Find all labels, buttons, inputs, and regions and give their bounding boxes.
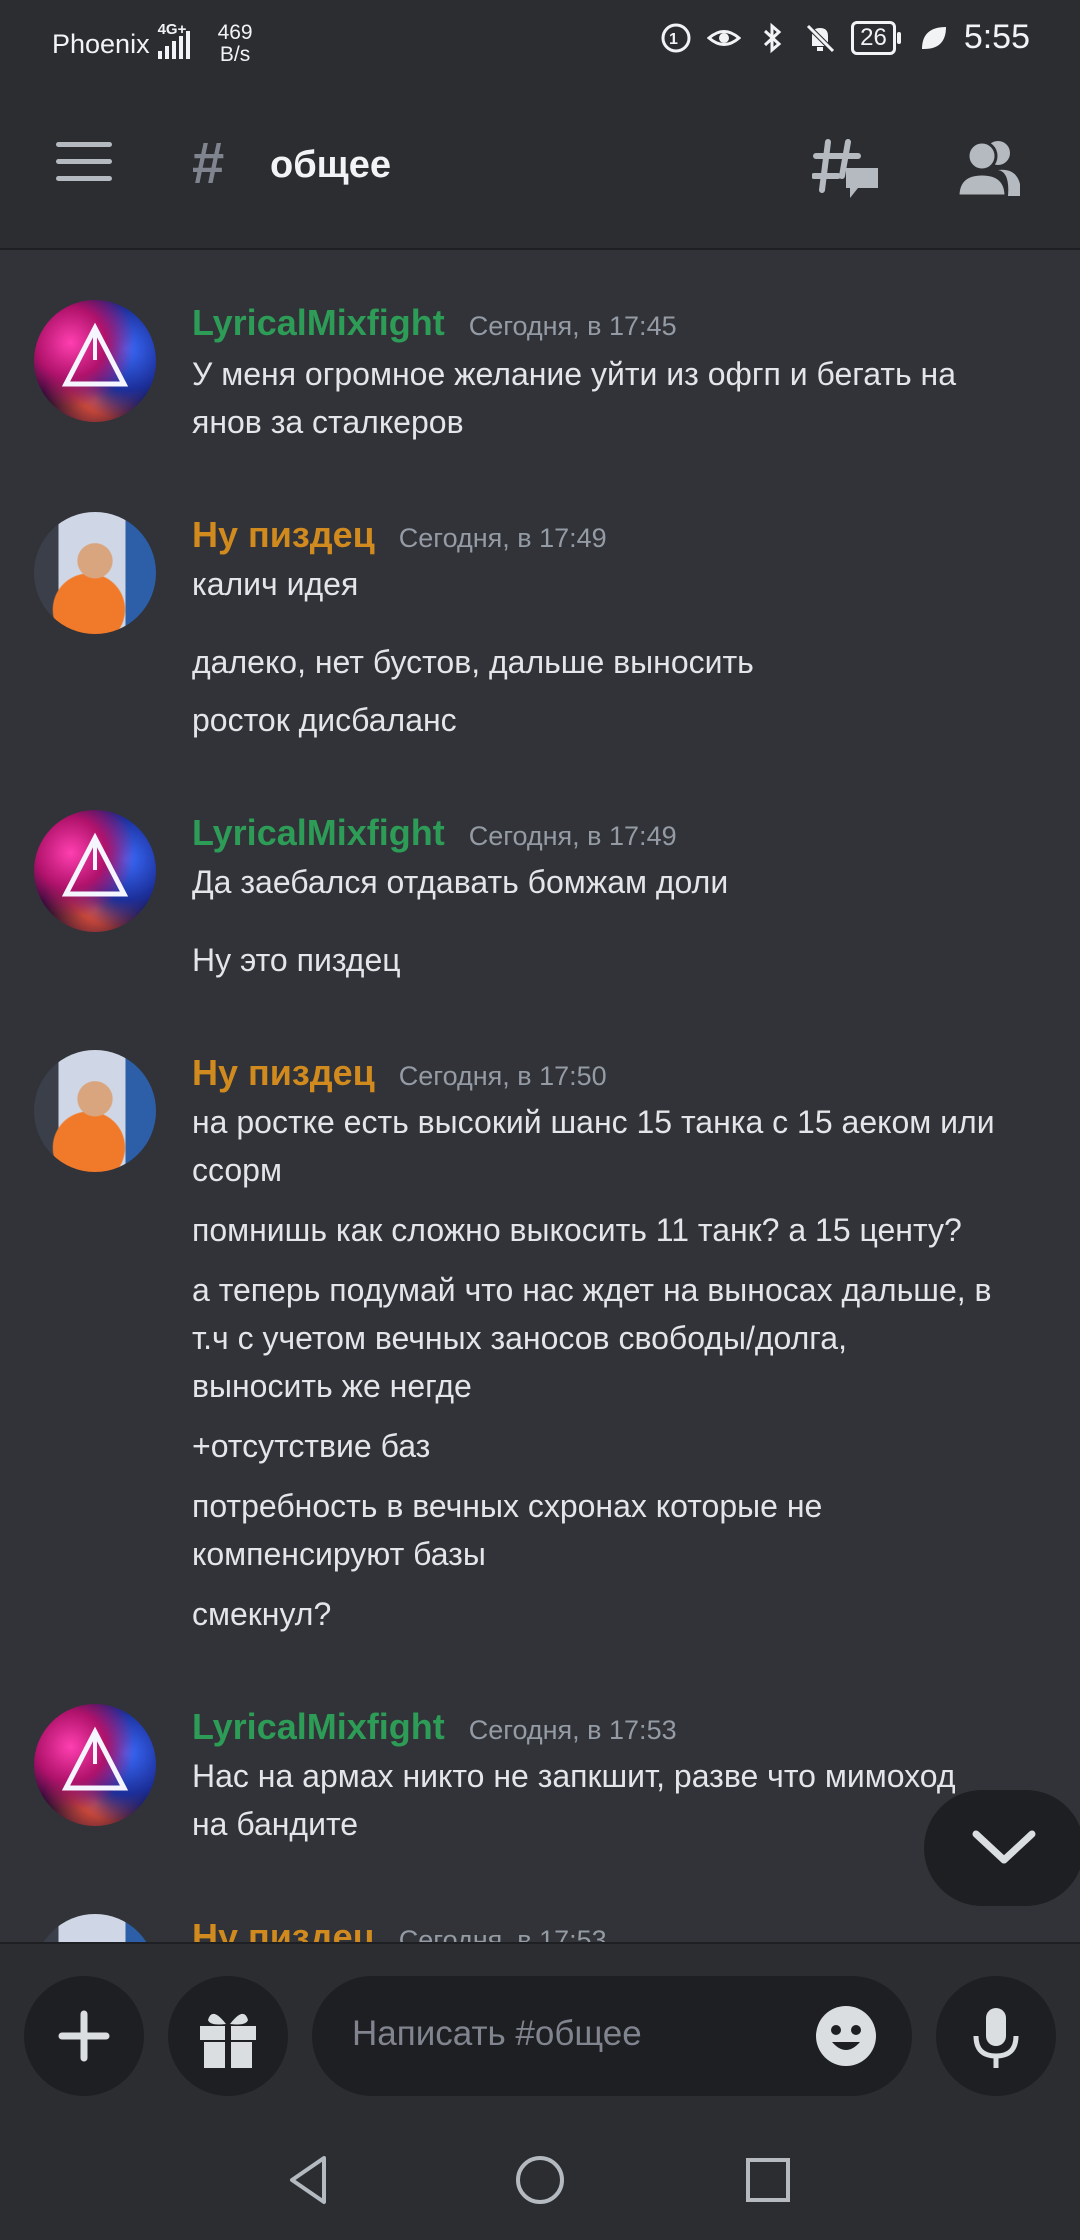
message-timestamp: Сегодня, в 17:53 (468, 1715, 677, 1745)
message-text: смекнул? (192, 1596, 332, 1632)
message-text: У меня огромное желание уйти из офгп и б… (192, 356, 956, 392)
message-header: Ну пиздец Сегодня, в 17:53 (192, 1916, 607, 1942)
eye-icon (707, 29, 742, 46)
bell-off-icon (806, 23, 835, 53)
status-bar: Phoenix 4G+ 469 B/s 1 26 5:55 (0, 0, 1080, 84)
status-left: Phoenix 4G+ 469 B/s (52, 21, 253, 66)
triangle-logo-icon (61, 832, 129, 897)
battery-indicator: 26 (851, 20, 901, 55)
message-text: выносить же негде (192, 1368, 472, 1404)
threads-button[interactable] (811, 136, 882, 202)
signal-icon: 4G+ (157, 21, 190, 59)
message-text: +отсутствие баз (192, 1428, 431, 1464)
message-text: ссорм (192, 1152, 282, 1188)
recents-square-icon[interactable] (738, 2150, 798, 2210)
author-name[interactable]: LyricalMixfight (192, 812, 445, 854)
message-text: Нас на армах никто не запкшит, разве что… (192, 1758, 956, 1794)
avatar[interactable] (34, 300, 156, 422)
message-input-placeholder: Написать #общее (352, 2014, 642, 2053)
status-right: 1 26 5:55 (659, 18, 1030, 57)
author-name[interactable]: Ну пиздец (192, 514, 375, 556)
message-header: Ну пиздец Сегодня, в 17:49 (192, 514, 607, 556)
gift-icon (200, 2013, 256, 2068)
message-text: янов за сталкеров (192, 404, 464, 440)
emoji-icon (816, 2006, 876, 2066)
author-name[interactable]: LyricalMixfight (192, 1706, 445, 1748)
jump-to-latest-button[interactable] (924, 1790, 1080, 1906)
message-text: компенсируют базы (192, 1536, 486, 1572)
message-text: Да заебался отдавать бомжам доли (192, 864, 729, 900)
channel-hash-icon: # (192, 131, 225, 196)
net-speed-unit: B/s (219, 43, 251, 66)
message-composer: Написать #общее (0, 1942, 1080, 2122)
emoji-button[interactable] (810, 2000, 882, 2072)
message-text: Ну это пиздец (192, 942, 401, 978)
channel-title: общее (270, 144, 392, 186)
voice-message-button[interactable] (936, 1976, 1056, 2096)
leaf-icon (921, 26, 946, 49)
triangle-logo-icon (61, 322, 129, 387)
avatar[interactable] (34, 810, 156, 932)
microphone-icon (973, 2008, 1019, 2068)
message-timestamp: Сегодня, в 17:53 (398, 1925, 607, 1942)
system-navigation-bar (0, 2120, 1080, 2240)
message-text: потребность в вечных схронах которые не (192, 1488, 823, 1524)
message-header: LyricalMixfight Сегодня, в 17:53 (192, 1706, 677, 1748)
members-icon (956, 140, 1020, 198)
message-timestamp: Сегодня, в 17:49 (398, 523, 607, 553)
back-triangle-icon[interactable] (280, 2150, 340, 2210)
add-attachment-button[interactable] (24, 1976, 144, 2096)
data-saver-icon: 1 (661, 23, 691, 52)
hamburger-menu-button[interactable] (56, 142, 112, 186)
bluetooth-icon (764, 22, 782, 53)
hamburger-icon (56, 142, 112, 147)
message-header: LyricalMixfight Сегодня, в 17:45 (192, 302, 677, 344)
message-timestamp: Сегодня, в 17:45 (468, 311, 677, 341)
threads-icon (811, 139, 878, 198)
message-input[interactable]: Написать #общее (312, 1976, 912, 2096)
home-circle-icon[interactable] (510, 2150, 570, 2210)
avatar[interactable] (34, 1704, 156, 1826)
avatar[interactable] (34, 512, 156, 634)
message-text: на ростке есть высокий шанс 15 танка с 1… (192, 1104, 995, 1140)
message-header: Ну пиздец Сегодня, в 17:50 (192, 1052, 607, 1094)
author-name[interactable]: Ну пиздец (192, 1916, 375, 1942)
triangle-logo-icon (61, 1726, 129, 1791)
carrier-name: Phoenix (52, 28, 150, 59)
author-name[interactable]: LyricalMixfight (192, 302, 445, 344)
message-text: на бандите (192, 1806, 359, 1842)
members-button[interactable] (956, 138, 1022, 198)
message-text: калич идея (192, 566, 359, 602)
gift-button[interactable] (168, 1976, 288, 2096)
author-name[interactable]: Ну пиздец (192, 1052, 375, 1094)
channel-header: # общее (0, 84, 1080, 250)
message-timestamp: Сегодня, в 17:49 (468, 821, 677, 851)
message-text: а теперь подумай что нас ждет на выносах… (192, 1272, 992, 1308)
message-text: т.ч с учетом вечных заносов свободы/долг… (192, 1320, 847, 1356)
clock: 5:55 (963, 18, 1030, 56)
message-text: росток дисбаланс (192, 702, 457, 738)
svg-text:1: 1 (669, 31, 678, 48)
message-timestamp: Сегодня, в 17:50 (398, 1061, 607, 1091)
chevron-down-icon (972, 1830, 1036, 1864)
message-text: далеко, нет бустов, дальше выносить (192, 644, 754, 680)
net-speed: 469 B/s (218, 22, 253, 66)
net-speed-value: 469 (217, 21, 253, 44)
avatar[interactable] (34, 1050, 156, 1172)
message-list[interactable]: LyricalMixfight Сегодня, в 17:45 У меня … (0, 250, 1080, 1942)
message-text: помнишь как сложно выкосить 11 танк? а 1… (192, 1212, 962, 1248)
message-header: LyricalMixfight Сегодня, в 17:49 (192, 812, 677, 854)
avatar[interactable] (34, 1914, 156, 1942)
signal-network-label: 4G+ (157, 21, 187, 38)
plus-icon (58, 2010, 110, 2062)
